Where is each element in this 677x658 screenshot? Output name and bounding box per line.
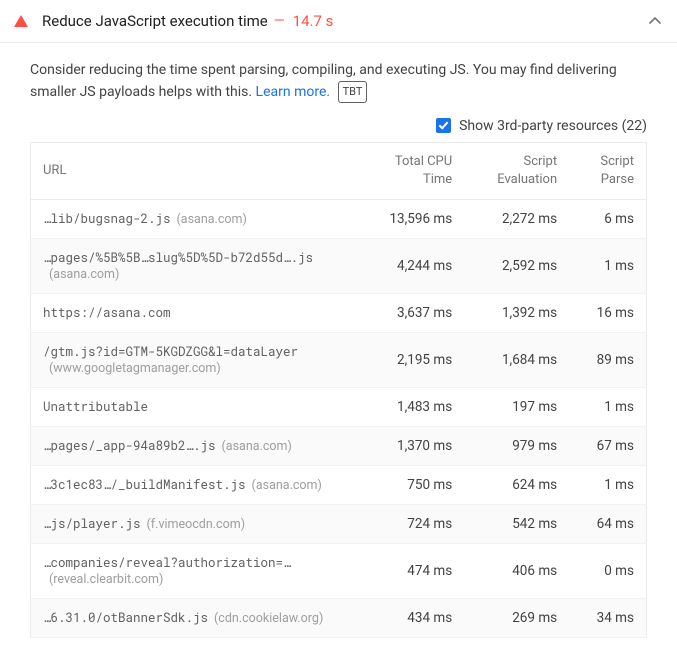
cell-eval: 2,272 ms bbox=[464, 200, 569, 239]
fail-triangle-icon bbox=[14, 15, 28, 27]
cell-cpu: 4,244 ms bbox=[356, 239, 465, 294]
url-cell: Unattributable bbox=[31, 388, 356, 427]
audit-header[interactable]: Reduce JavaScript execution time — 14.7 … bbox=[0, 0, 677, 43]
chevron-up-icon bbox=[649, 15, 661, 27]
table-row: /gtm.js?id=GTM-5KGDZGG&l=dataLayer(www.g… bbox=[31, 333, 647, 388]
url-path: …3c1ec83…/_buildManifest.js bbox=[43, 477, 246, 493]
cell-parse: 67 ms bbox=[569, 427, 646, 466]
url-domain: (asana.com) bbox=[177, 212, 247, 227]
table-row: …pages/_app-94a89b2….js (asana.com) 1,370 … bbox=[31, 427, 647, 466]
url-path: …pages/_app-94a89b2….js bbox=[43, 438, 216, 454]
url-cell: …lib/bugsnag-2.js (asana.com) bbox=[31, 200, 356, 239]
url-cell: …6.31.0/otBannerSdk.js (cdn.cookielaw.org… bbox=[31, 599, 356, 638]
cell-eval: 542 ms bbox=[464, 505, 569, 544]
tbt-badge: TBT bbox=[338, 81, 368, 103]
cell-cpu: 724 ms bbox=[356, 505, 465, 544]
cell-parse: 89 ms bbox=[569, 333, 646, 388]
col-cpu: Total CPUTime bbox=[356, 142, 465, 199]
cell-eval: 197 ms bbox=[464, 388, 569, 427]
table-row: https://asana.com 3,637 ms1,392 ms16 ms bbox=[31, 294, 647, 333]
url-path: Unattributable bbox=[43, 399, 148, 415]
col-url: URL bbox=[31, 142, 356, 199]
table-row: …companies/reveal?authorization=…(reveal… bbox=[31, 544, 647, 599]
url-path: …js/player.js bbox=[43, 516, 141, 532]
audit-title: Reduce JavaScript execution time bbox=[42, 12, 268, 30]
audit-body: Consider reducing the time spent parsing… bbox=[0, 43, 677, 658]
col-eval: ScriptEvaluation bbox=[464, 142, 569, 199]
cell-cpu: 434 ms bbox=[356, 599, 465, 638]
table-row: …6.31.0/otBannerSdk.js (cdn.cookielaw.org… bbox=[31, 599, 647, 638]
cell-cpu: 1,483 ms bbox=[356, 388, 465, 427]
table-row: …pages/%5B%5B…slug%5D%5D-b72d55d….js(asa… bbox=[31, 239, 647, 294]
dash: — bbox=[274, 13, 285, 29]
url-domain: (asana.com) bbox=[49, 267, 119, 282]
table-row: …lib/bugsnag-2.js (asana.com) 13,596 ms2,2… bbox=[31, 200, 647, 239]
url-cell: …3c1ec83…/_buildManifest.js (asana.com) bbox=[31, 466, 356, 505]
url-domain: (www.googletagmanager.com) bbox=[49, 361, 221, 376]
learn-more-link[interactable]: Learn more. bbox=[256, 84, 331, 100]
third-party-checkbox[interactable] bbox=[436, 118, 451, 133]
cell-parse: 1 ms bbox=[569, 466, 646, 505]
url-path: …6.31.0/otBannerSdk.js bbox=[43, 610, 208, 626]
cell-eval: 406 ms bbox=[464, 544, 569, 599]
url-cell: https://asana.com bbox=[31, 294, 356, 333]
audit-time: 14.7 s bbox=[293, 12, 334, 30]
cell-eval: 1,392 ms bbox=[464, 294, 569, 333]
cell-eval: 624 ms bbox=[464, 466, 569, 505]
url-path: https://asana.com bbox=[43, 305, 171, 321]
url-cell: …pages/%5B%5B…slug%5D%5D-b72d55d….js(asa… bbox=[31, 239, 356, 294]
url-cell: …js/player.js (f.vimeocdn.com) bbox=[31, 505, 356, 544]
third-party-toggle-row: Show 3rd-party resources (22) bbox=[30, 118, 647, 134]
cell-parse: 34 ms bbox=[569, 599, 646, 638]
cell-parse: 16 ms bbox=[569, 294, 646, 333]
url-domain: (asana.com) bbox=[222, 439, 292, 454]
url-domain: (asana.com) bbox=[252, 478, 322, 493]
audit-panel: Reduce JavaScript execution time — 14.7 … bbox=[0, 0, 677, 658]
third-party-label: Show 3rd-party resources (22) bbox=[459, 118, 647, 134]
cell-eval: 979 ms bbox=[464, 427, 569, 466]
url-cell: /gtm.js?id=GTM-5KGDZGG&l=dataLayer(www.g… bbox=[31, 333, 356, 388]
url-domain: (cdn.cookielaw.org) bbox=[214, 611, 323, 626]
cell-parse: 6 ms bbox=[569, 200, 646, 239]
cell-cpu: 750 ms bbox=[356, 466, 465, 505]
cell-cpu: 2,195 ms bbox=[356, 333, 465, 388]
url-domain: (reveal.clearbit.com) bbox=[49, 572, 163, 587]
cell-parse: 0 ms bbox=[569, 544, 646, 599]
cell-cpu: 3,637 ms bbox=[356, 294, 465, 333]
table-row: Unattributable 1,483 ms197 ms1 ms bbox=[31, 388, 647, 427]
col-parse: ScriptParse bbox=[569, 142, 646, 199]
cell-cpu: 474 ms bbox=[356, 544, 465, 599]
table-row: …js/player.js (f.vimeocdn.com) 724 ms542 m… bbox=[31, 505, 647, 544]
table-header-row: URL Total CPUTime ScriptEvaluation Scrip… bbox=[31, 142, 647, 199]
url-path: …companies/reveal?authorization=… bbox=[43, 555, 291, 571]
cell-cpu: 13,596 ms bbox=[356, 200, 465, 239]
url-cell: …companies/reveal?authorization=…(reveal… bbox=[31, 544, 356, 599]
cell-parse: 1 ms bbox=[569, 239, 646, 294]
cell-cpu: 1,370 ms bbox=[356, 427, 465, 466]
cell-eval: 2,592 ms bbox=[464, 239, 569, 294]
cell-eval: 1,684 ms bbox=[464, 333, 569, 388]
audit-description: Consider reducing the time spent parsing… bbox=[30, 59, 647, 104]
url-path: …lib/bugsnag-2.js bbox=[43, 211, 171, 227]
cell-parse: 1 ms bbox=[569, 388, 646, 427]
url-path: /gtm.js?id=GTM-5KGDZGG&l=dataLayer bbox=[43, 344, 298, 360]
cell-parse: 64 ms bbox=[569, 505, 646, 544]
table-row: …3c1ec83…/_buildManifest.js (asana.com) 75… bbox=[31, 466, 647, 505]
url-domain: (f.vimeocdn.com) bbox=[147, 517, 246, 532]
cell-eval: 269 ms bbox=[464, 599, 569, 638]
results-table: URL Total CPUTime ScriptEvaluation Scrip… bbox=[30, 142, 647, 638]
url-cell: …pages/_app-94a89b2….js (asana.com) bbox=[31, 427, 356, 466]
url-path: …pages/%5B%5B…slug%5D%5D-b72d55d….js bbox=[43, 250, 313, 266]
